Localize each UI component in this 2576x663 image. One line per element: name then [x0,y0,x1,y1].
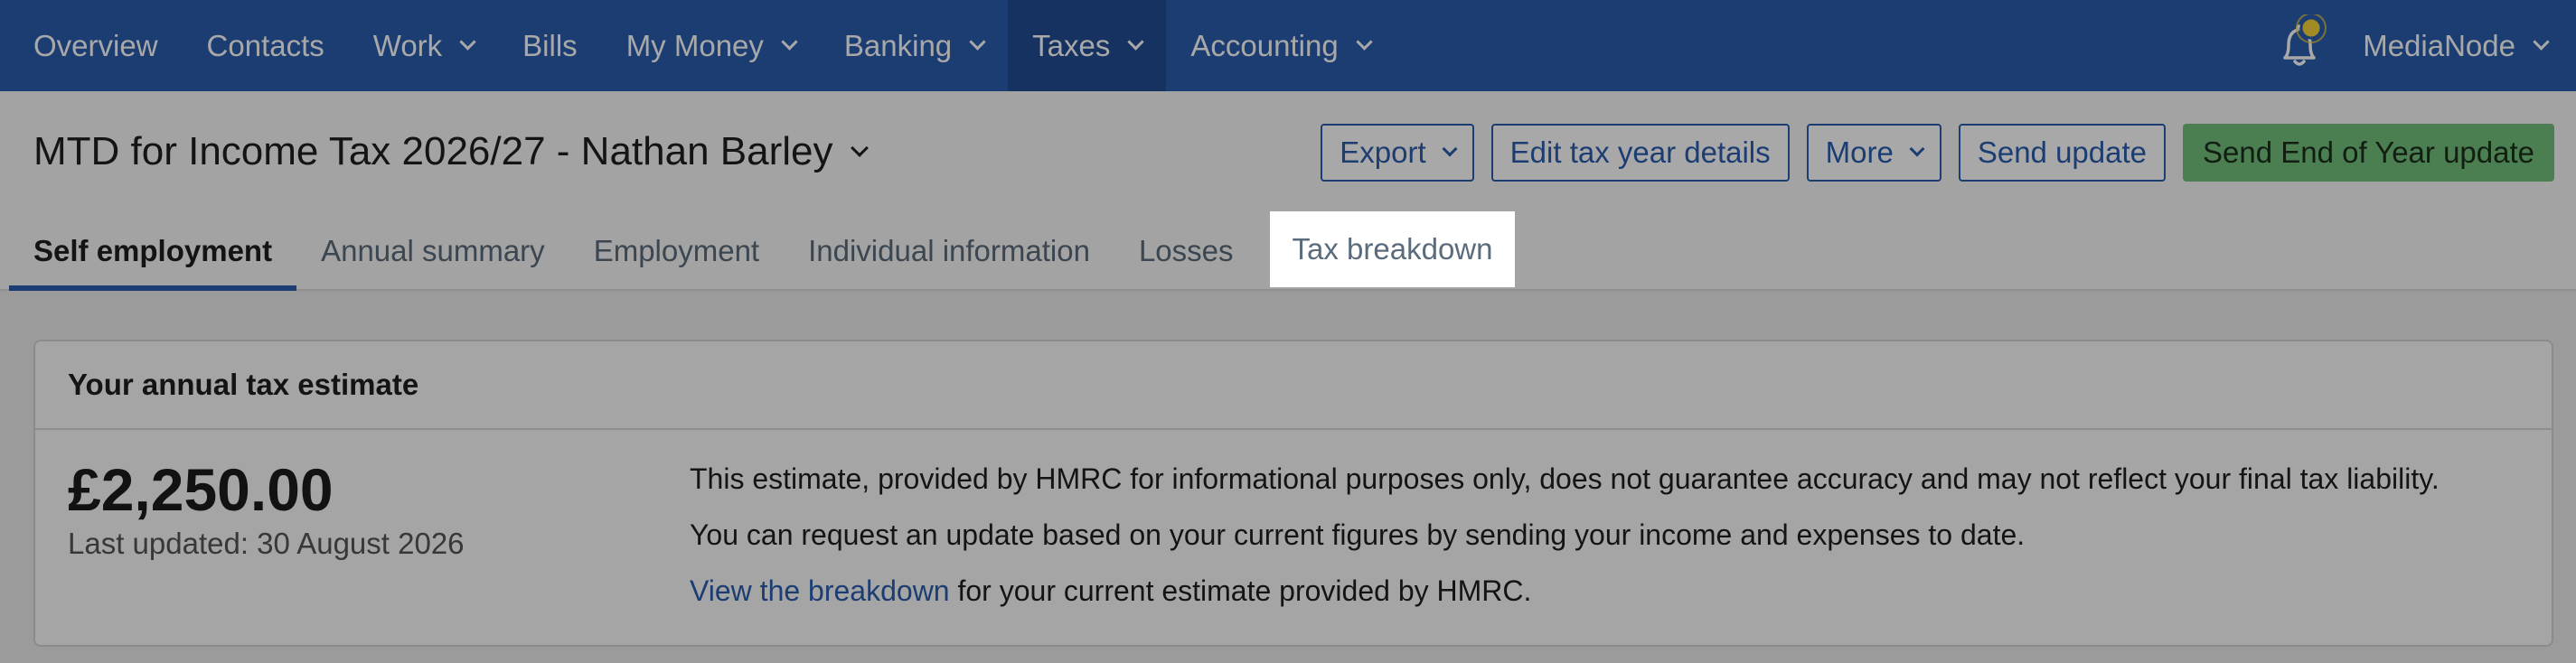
tab-label: Annual summary [321,234,545,267]
nav-overview-label: Overview [33,28,158,62]
more-button[interactable]: More [1806,124,1941,182]
nav-right: MediaNode [2272,0,2576,91]
edit-button-label: Edit tax year details [1509,135,1771,169]
view-breakdown-link[interactable]: View the breakdown [690,574,950,607]
edit-tax-year-details-button[interactable]: Edit tax year details [1490,124,1790,182]
bell-icon [2283,12,2327,66]
nav-bills[interactable]: Bills [498,0,602,91]
nav-overview[interactable]: Overview [0,0,183,91]
notification-bell-icon[interactable] [2272,12,2327,78]
chevron-down-icon [969,33,986,51]
tab-employment[interactable]: Employment [569,211,784,291]
nav-contacts-label: Contacts [206,28,324,62]
export-button-label: Export [1340,135,1426,169]
nav-taxes[interactable]: Taxes [1008,0,1167,91]
tab-label: Employment [593,234,760,267]
user-menu[interactable]: MediaNode [2363,29,2576,63]
breakdown-line: View the breakdown for your current esti… [690,574,2440,630]
tab-label: Losses [1138,234,1234,267]
tab-label: Individual information [808,234,1090,267]
nav-contacts[interactable]: Contacts [183,0,349,91]
tab-tax-breakdown-highlighted[interactable]: Tax breakdown [1270,211,1515,287]
nav-accounting-label: Accounting [1190,28,1339,62]
tab-self-employment[interactable]: Self employment [9,211,297,291]
nav-work[interactable]: Work [349,0,498,91]
chevron-down-icon [850,139,869,157]
header-actions: Export Edit tax year details More Send u… [1321,124,2554,182]
nav-my-money-label: My Money [625,28,764,62]
estimate-description: This estimate, provided by HMRC for info… [690,462,2440,630]
tab-annual-summary[interactable]: Annual summary [296,211,569,291]
card-heading: Your annual tax estimate [35,341,2552,430]
chevron-down-icon [1909,141,1925,157]
send-update-label: Send update [1977,135,2147,169]
tab-individual-information[interactable]: Individual information [784,211,1114,291]
send-update-button[interactable]: Send update [1958,124,2166,182]
page-title: MTD for Income Tax 2026/27 - Nathan Barl… [33,129,833,173]
chevron-down-icon [459,33,476,51]
nav-work-label: Work [372,28,443,62]
annual-tax-estimate-card: Your annual tax estimate £2,250.00 Last … [33,340,2553,647]
chevron-down-icon [1355,33,1373,51]
update-info-text: You can request an update based on your … [690,518,2026,551]
top-navigation: Overview Contacts Work Bills My Money Ba… [0,0,2576,91]
chevron-down-icon [2533,33,2550,51]
more-button-label: More [1825,135,1894,169]
tax-year-selector[interactable]: MTD for Income Tax 2026/27 - Nathan Barl… [33,129,869,174]
nav-banking[interactable]: Banking [820,0,1008,91]
highlighted-tab-label: Tax breakdown [1292,232,1493,266]
last-updated-text: Last updated: 30 August 2026 [68,527,465,560]
tab-label: Self employment [33,234,273,267]
nav-accounting[interactable]: Accounting [1166,0,1394,91]
disclaimer-text: This estimate, provided by HMRC for info… [690,462,2440,495]
nav-my-money[interactable]: My Money [602,0,820,91]
chevron-down-icon [1127,33,1145,51]
nav-taxes-label: Taxes [1032,28,1111,62]
chevron-down-icon [781,33,798,51]
nav-banking-label: Banking [843,28,953,62]
chevron-down-icon [1442,141,1458,157]
breakdown-line-rest: for your current estimate provided by HM… [949,574,1532,607]
tax-estimate-amount: £2,250.00 [68,456,334,523]
export-button[interactable]: Export [1321,124,1474,182]
tab-losses[interactable]: Losses [1114,211,1258,291]
user-name: MediaNode [2363,28,2515,62]
send-end-of-year-update-button[interactable]: Send End of Year update [2183,124,2554,182]
nav-bills-label: Bills [522,28,578,62]
send-eoy-label: Send End of Year update [2203,135,2534,169]
